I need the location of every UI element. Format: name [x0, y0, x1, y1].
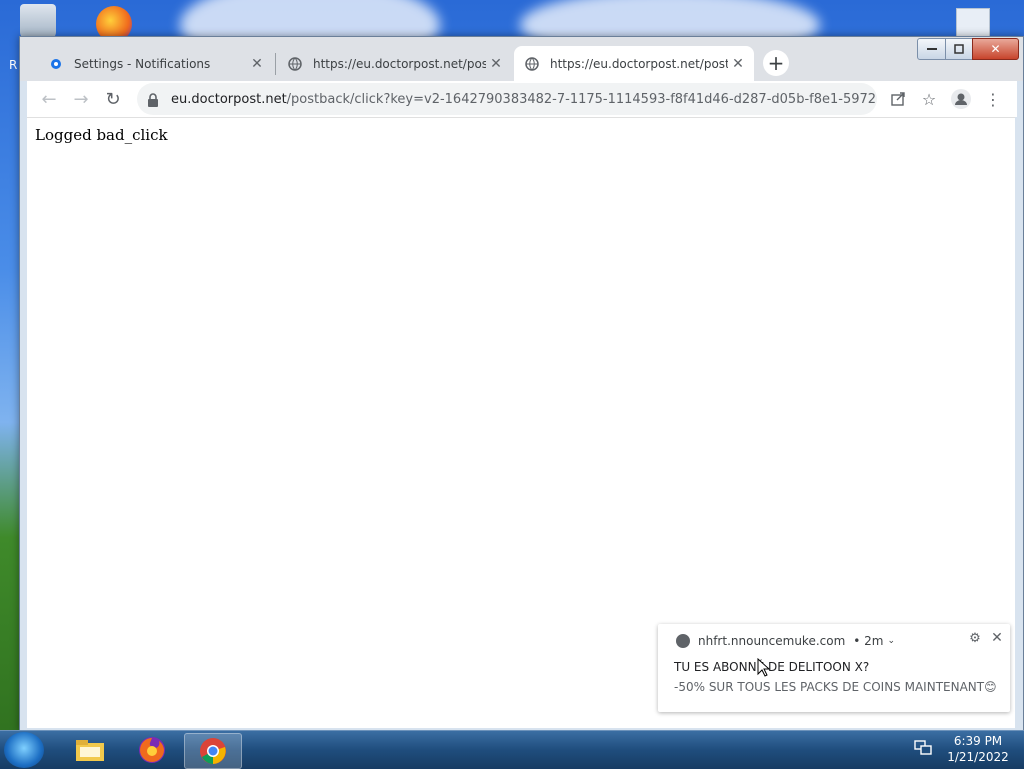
tab-doctorpost-2-active[interactable]: https://eu.doctorpost.net/postba ✕	[514, 46, 754, 81]
firefox-taskbar-icon[interactable]	[124, 733, 180, 767]
clock-time: 6:39 PM	[953, 734, 1003, 748]
url-text: eu.doctorpost.net/postback/click?key=v2-…	[171, 92, 877, 107]
back-arrow-icon[interactable]: ←	[35, 85, 63, 113]
tab-close-icon[interactable]: ✕	[486, 54, 506, 74]
chrome-taskbar-icon[interactable]	[184, 733, 242, 769]
bookmark-star-icon[interactable]: ☆	[915, 85, 943, 113]
globe-icon	[287, 56, 303, 72]
tab-close-icon[interactable]: ✕	[247, 54, 267, 74]
reload-icon[interactable]: ↻	[99, 85, 127, 113]
push-notification[interactable]: nhfrt.nnouncemuke.com • 2m ⌄ ⚙ ✕ TU ES A…	[658, 624, 1010, 712]
start-orb-icon[interactable]	[4, 732, 44, 768]
lock-icon[interactable]	[147, 92, 161, 107]
tab-doctorpost-1[interactable]: https://eu.doctorpost.net/postba ✕	[277, 46, 512, 81]
tab-settings-notifications[interactable]: Settings - Notifications ✕	[38, 46, 273, 81]
tab-divider	[275, 53, 276, 75]
mouse-cursor-icon	[757, 658, 771, 677]
new-tab-button[interactable]: +	[763, 50, 789, 76]
network-tray-icon[interactable]	[914, 740, 932, 756]
taskbar-clock[interactable]: 6:39 PM 1/21/2022	[938, 733, 1018, 765]
menu-kebab-icon[interactable]: ⋮	[979, 85, 1007, 113]
forward-arrow-icon[interactable]: →	[67, 85, 95, 113]
tab-title: Settings - Notifications	[74, 56, 211, 71]
desktop-label-fragment: R	[9, 58, 18, 72]
tab-title: https://eu.doctorpost.net/postba	[550, 56, 728, 71]
globe-icon	[524, 56, 540, 72]
url-host: eu.doctorpost.net	[171, 91, 287, 107]
page-body-text: Logged bad_click	[35, 126, 168, 144]
share-icon[interactable]	[884, 85, 912, 113]
browser-toolbar: ← → ↻ eu.doctorpost.net/postback/click?k…	[27, 81, 1017, 117]
tab-strip: Settings - Notifications ✕ https://eu.do…	[20, 37, 1023, 81]
chevron-down-icon[interactable]: ⌄	[888, 636, 896, 646]
address-bar[interactable]: eu.doctorpost.net/postback/click?key=v2-…	[137, 83, 877, 115]
window-close-button[interactable]: ✕	[972, 38, 1019, 60]
notification-age: • 2m	[853, 634, 884, 648]
notification-body: -50% SUR TOUS LES PACKS DE COINS MAINTEN…	[674, 680, 997, 694]
notification-header: nhfrt.nnouncemuke.com • 2m ⌄	[676, 633, 895, 649]
url-path: /postback/click?key=v2-1642790383482-7-1…	[286, 91, 877, 107]
gear-icon	[48, 56, 64, 72]
window-minimize-button[interactable]	[917, 38, 946, 60]
recycle-bin-icon[interactable]	[20, 4, 56, 40]
tab-title: https://eu.doctorpost.net/postba	[313, 56, 486, 71]
tab-close-icon[interactable]: ✕	[728, 54, 748, 74]
profile-avatar-icon[interactable]	[947, 85, 975, 113]
window-restore-button[interactable]	[945, 38, 973, 60]
notification-title: TU ES ABONNÉ DE DELITOON X?	[674, 660, 870, 674]
taskbar: 6:39 PM 1/21/2022	[0, 730, 1024, 769]
chrome-icon	[676, 634, 690, 648]
clock-date: 1/21/2022	[947, 750, 1009, 764]
notification-close-icon[interactable]: ✕	[988, 629, 1006, 647]
notification-site: nhfrt.nnouncemuke.com	[698, 634, 846, 648]
notification-settings-gear-icon[interactable]: ⚙	[966, 629, 984, 647]
file-explorer-taskbar-icon[interactable]	[62, 733, 118, 767]
